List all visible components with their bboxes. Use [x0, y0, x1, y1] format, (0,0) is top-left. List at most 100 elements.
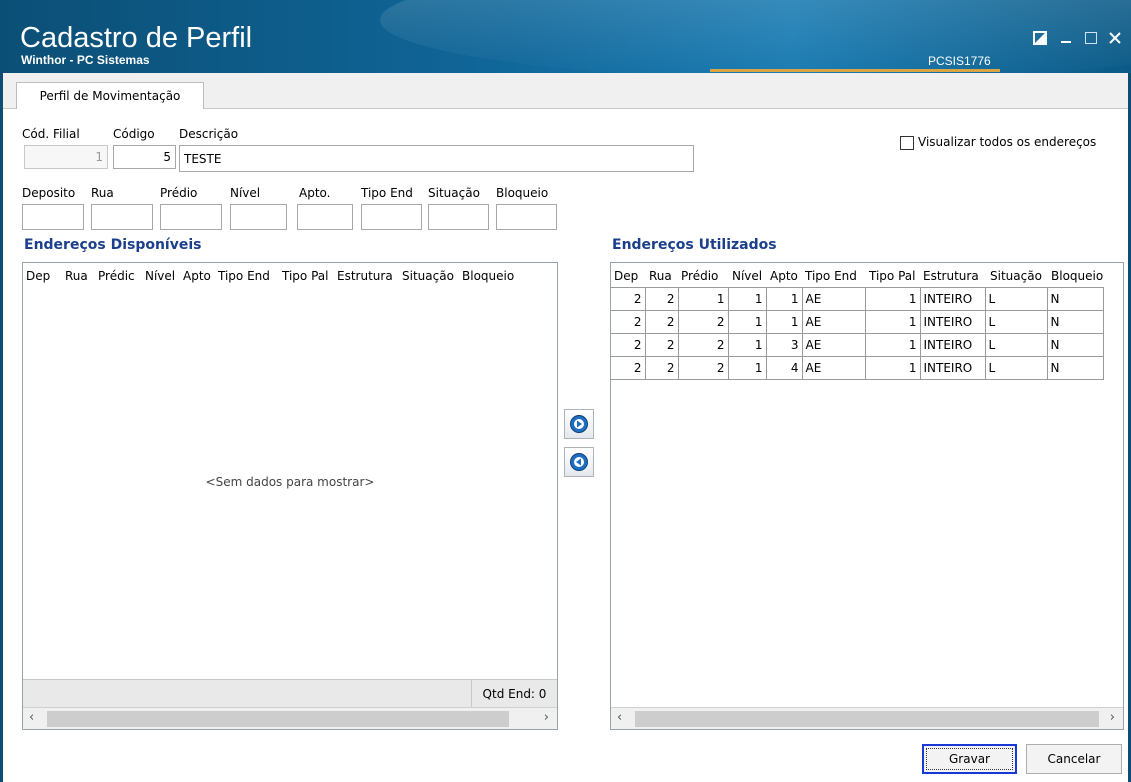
cell-nivel[interactable]: 1 — [728, 333, 767, 357]
col-header-predio[interactable]: Prédic — [98, 269, 142, 283]
cell-estrutura[interactable]: INTEIRO — [920, 356, 986, 380]
scroll-right-icon[interactable]: › — [544, 710, 549, 725]
col-header-apto[interactable]: Apto — [183, 269, 211, 283]
maximize-button[interactable] — [1080, 28, 1102, 48]
scroll-right-icon[interactable]: › — [1110, 710, 1115, 725]
cell-tipo-end[interactable]: AE — [802, 287, 866, 311]
cell-tipo-end[interactable]: AE — [802, 333, 866, 357]
cell-situacao[interactable]: L — [985, 310, 1048, 334]
scroll-left-icon[interactable]: ‹ — [617, 710, 622, 725]
cell-predio[interactable]: 1 — [678, 287, 729, 311]
move-left-button[interactable] — [564, 447, 594, 477]
cell-rua[interactable]: 2 — [645, 356, 679, 380]
deposito-label: Deposito — [22, 186, 76, 200]
cell-dep[interactable]: 2 — [611, 356, 646, 380]
col-header-rua[interactable]: Rua — [65, 269, 88, 283]
cell-tipo-end[interactable]: AE — [802, 356, 866, 380]
deposito-field[interactable] — [22, 204, 84, 230]
cell-bloqueio[interactable]: N — [1047, 287, 1104, 311]
scroll-left-icon[interactable]: ‹ — [29, 710, 34, 725]
situacao-field[interactable] — [428, 204, 489, 230]
scroll-thumb[interactable] — [47, 711, 509, 727]
cod-filial-field[interactable]: 1 — [24, 145, 108, 169]
cell-dep[interactable]: 2 — [611, 333, 646, 357]
cell-nivel[interactable]: 1 — [728, 356, 767, 380]
close-button[interactable] — [1104, 28, 1126, 48]
title-bar-highlight — [380, 0, 1131, 73]
col-header-apto[interactable]: Apto — [770, 269, 798, 283]
col-header-estrutura[interactable]: Estrutura — [923, 269, 979, 283]
table-row[interactable]: 2 2 1 1 1 AE 1 INTEIRO L N — [611, 287, 1104, 311]
cell-predio[interactable]: 2 — [678, 356, 729, 380]
cell-bloqueio[interactable]: N — [1047, 310, 1104, 334]
cell-bloqueio[interactable]: N — [1047, 333, 1104, 357]
cell-tipo-pal[interactable]: 1 — [865, 310, 921, 334]
col-header-rua[interactable]: Rua — [649, 269, 672, 283]
cell-rua[interactable]: 2 — [645, 310, 679, 334]
gravar-button[interactable]: Gravar — [922, 744, 1017, 774]
col-header-bloqueio[interactable]: Bloqueio — [1051, 269, 1103, 283]
restore-window-button[interactable] — [1029, 28, 1051, 48]
col-header-tipo-pal[interactable]: Tipo Pal — [282, 269, 328, 283]
visualizar-todos-checkbox[interactable] — [900, 136, 914, 150]
col-header-dep[interactable]: Dep — [26, 269, 50, 283]
minimize-button[interactable] — [1055, 28, 1077, 48]
col-header-tipo-end[interactable]: Tipo End — [805, 269, 857, 283]
col-header-situacao[interactable]: Situação — [402, 269, 454, 283]
col-header-estrutura[interactable]: Estrutura — [337, 269, 393, 283]
col-header-situacao[interactable]: Situação — [990, 269, 1042, 283]
available-grid[interactable]: Dep Rua Prédic Nível Apto Tipo End Tipo … — [22, 262, 558, 730]
cell-tipo-end[interactable]: AE — [802, 310, 866, 334]
cell-nivel[interactable]: 1 — [728, 310, 767, 334]
cancelar-button[interactable]: Cancelar — [1026, 744, 1122, 774]
cell-dep[interactable]: 2 — [611, 310, 646, 334]
scroll-thumb[interactable] — [635, 711, 1099, 727]
cell-apto[interactable]: 1 — [766, 310, 803, 334]
descricao-field[interactable]: TESTE — [179, 145, 694, 172]
tipo-end-field[interactable] — [361, 204, 422, 230]
cell-rua[interactable]: 2 — [645, 333, 679, 357]
table-row[interactable]: 2 2 2 1 4 AE 1 INTEIRO L N — [611, 356, 1104, 380]
cell-predio[interactable]: 2 — [678, 333, 729, 357]
col-header-nivel[interactable]: Nível — [732, 269, 762, 283]
col-header-predio[interactable]: Prédio — [681, 269, 718, 283]
cell-nivel[interactable]: 1 — [728, 287, 767, 311]
cell-estrutura[interactable]: INTEIRO — [920, 333, 986, 357]
cell-rua[interactable]: 2 — [645, 287, 679, 311]
codigo-field[interactable]: 5 — [113, 145, 176, 169]
cell-situacao[interactable]: L — [985, 356, 1048, 380]
col-header-tipo-pal[interactable]: Tipo Pal — [869, 269, 915, 283]
cell-situacao[interactable]: L — [985, 333, 1048, 357]
col-header-dep[interactable]: Dep — [614, 269, 638, 283]
col-header-bloqueio[interactable]: Bloqueio — [462, 269, 514, 283]
col-header-tipo-end[interactable]: Tipo End — [218, 269, 270, 283]
cell-bloqueio[interactable]: N — [1047, 356, 1104, 380]
available-horizontal-scrollbar[interactable]: ‹ › — [23, 707, 557, 729]
cell-tipo-pal[interactable]: 1 — [865, 287, 921, 311]
cell-predio[interactable]: 2 — [678, 310, 729, 334]
apto-field[interactable] — [297, 204, 353, 230]
table-row[interactable]: 2 2 2 1 1 AE 1 INTEIRO L N — [611, 310, 1104, 334]
bloqueio-field[interactable] — [496, 204, 557, 230]
rua-field[interactable] — [91, 204, 153, 230]
visualizar-todos-label[interactable]: Visualizar todos os endereços — [918, 135, 1096, 149]
cell-situacao[interactable]: L — [985, 287, 1048, 311]
cell-dep[interactable]: 2 — [611, 287, 646, 311]
available-title: Endereços Disponíveis — [24, 237, 202, 253]
cell-estrutura[interactable]: INTEIRO — [920, 287, 986, 311]
cell-tipo-pal[interactable]: 1 — [865, 356, 921, 380]
rua-label: Rua — [91, 186, 114, 200]
nivel-field[interactable] — [230, 204, 287, 230]
move-right-button[interactable] — [564, 409, 594, 439]
used-grid[interactable]: Dep Rua Prédio Nível Apto Tipo End Tipo … — [610, 262, 1124, 730]
cell-apto[interactable]: 3 — [766, 333, 803, 357]
tab-perfil-movimentacao[interactable]: Perfil de Movimentação — [16, 82, 204, 109]
cell-tipo-pal[interactable]: 1 — [865, 333, 921, 357]
cell-apto[interactable]: 4 — [766, 356, 803, 380]
cell-apto[interactable]: 1 — [766, 287, 803, 311]
predio-field[interactable] — [160, 204, 222, 230]
table-row[interactable]: 2 2 2 1 3 AE 1 INTEIRO L N — [611, 333, 1104, 357]
cell-estrutura[interactable]: INTEIRO — [920, 310, 986, 334]
used-horizontal-scrollbar[interactable]: ‹ › — [611, 707, 1123, 729]
col-header-nivel[interactable]: Nível — [145, 269, 175, 283]
